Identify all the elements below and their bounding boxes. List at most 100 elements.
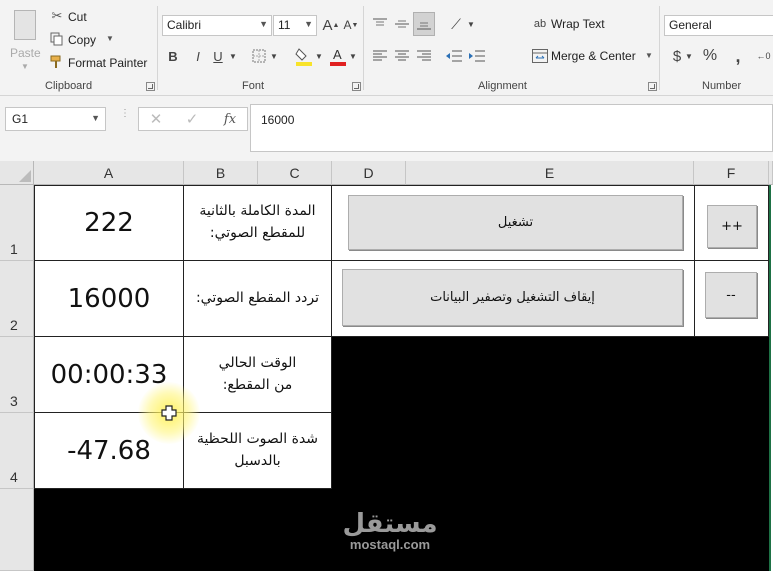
increase-decimal-icon[interactable]: ←0 — [754, 46, 773, 66]
cell-a1[interactable]: 222 — [34, 185, 184, 261]
fill-color-icon[interactable] — [294, 45, 314, 67]
column-header-e[interactable]: E — [406, 161, 694, 185]
chevron-down-icon[interactable]: ▼ — [228, 50, 238, 62]
chevron-down-icon[interactable]: ▼ — [684, 50, 694, 62]
chevron-down-icon[interactable]: ▼ — [348, 50, 358, 62]
decrease-button[interactable]: -- — [705, 272, 757, 318]
bold-button[interactable]: B — [165, 47, 181, 65]
chevron-down-icon: ▼ — [259, 19, 268, 29]
cell-a2-value: 16000 — [67, 283, 151, 314]
number-format-value: General — [669, 18, 712, 32]
svg-text:A: A — [333, 47, 342, 62]
column-g-edge — [769, 185, 773, 571]
copy-icon — [50, 32, 64, 46]
row-header-2[interactable]: 2 — [0, 261, 34, 337]
row-header-5[interactable] — [0, 489, 34, 571]
comma-style-icon[interactable]: , — [730, 46, 746, 66]
paste-label: Paste — [10, 46, 41, 60]
black-fill-area — [332, 337, 773, 489]
middle-align-icon[interactable] — [392, 14, 412, 34]
currency-button[interactable]: $ — [670, 46, 684, 66]
merge-icon — [532, 48, 548, 64]
italic-button[interactable]: I — [190, 47, 206, 65]
wrap-text-label: Wrap Text — [551, 17, 605, 31]
row-header-4[interactable]: 4 — [0, 413, 34, 489]
number-group-label: Number — [702, 80, 742, 92]
cell-b4[interactable]: شدة الصوت اللحظية بالدسبل — [184, 413, 332, 489]
cell-b2-label: تردد المقطع الصوتي: — [195, 289, 320, 306]
align-left-icon[interactable] — [370, 46, 390, 66]
insert-function-icon[interactable]: fx — [219, 110, 241, 128]
decrease-font-size-icon[interactable]: A ▼ — [342, 16, 360, 34]
column-header-g[interactable] — [769, 161, 773, 185]
cell-b1[interactable]: المدة الكاملة بالثانية للمقطع الصوتي: — [184, 185, 332, 261]
font-color-icon[interactable]: A — [328, 45, 348, 67]
cell-a2[interactable]: 16000 — [34, 261, 184, 337]
alignment-launcher-icon[interactable] — [648, 82, 657, 91]
number-format-dropdown[interactable]: General — [664, 15, 773, 36]
cancel-icon[interactable]: ✕ — [147, 110, 165, 128]
percent-button[interactable]: % — [700, 46, 720, 66]
chevron-down-icon: ▼ — [21, 62, 29, 71]
scissors-icon: ✂ — [51, 8, 63, 23]
font-launcher-icon[interactable] — [352, 82, 361, 91]
align-center-icon[interactable] — [392, 46, 412, 66]
chevron-down-icon[interactable]: ▼ — [314, 50, 324, 62]
column-header-d[interactable]: D — [332, 161, 406, 185]
format-painter-button[interactable]: Format Painter — [48, 54, 154, 72]
cell-b1-label: المدة الكاملة بالثانية للمقطع الصوتي: — [199, 203, 316, 241]
ribbon: Paste ▼ ✂ Cut Copy ▼ Format Painter Clip… — [0, 0, 773, 96]
cell-b3[interactable]: الوقت الحالي من المقطع: — [184, 337, 332, 413]
bottom-align-icon[interactable] — [413, 12, 435, 36]
decrease-indent-icon[interactable] — [444, 46, 464, 66]
alignment-group-label: Alignment — [478, 80, 527, 92]
increase-button[interactable]: ++ — [707, 205, 757, 248]
paste-button[interactable]: Paste ▼ — [6, 6, 44, 72]
chevron-down-icon: ▼ — [91, 113, 100, 123]
column-header-b[interactable]: B — [184, 161, 258, 185]
column-header-f[interactable]: F — [694, 161, 769, 185]
font-name-dropdown[interactable]: Calibri ▼ — [162, 15, 272, 36]
name-box[interactable]: G1 ▼ — [5, 107, 106, 131]
cell-cursor-icon — [161, 405, 177, 421]
wrap-text-icon: ab — [533, 18, 547, 30]
row-header-3[interactable]: 3 — [0, 337, 34, 413]
increase-font-size-icon[interactable]: A ▲ — [322, 16, 340, 34]
paste-icon — [14, 10, 36, 40]
chevron-down-icon[interactable]: ▼ — [269, 50, 279, 62]
cell-a1-value: 222 — [84, 208, 134, 238]
column-header-a[interactable]: A — [34, 161, 184, 185]
chevron-down-icon: ▼ — [645, 51, 653, 60]
merge-center-label: Merge & Center — [551, 49, 636, 63]
borders-icon[interactable] — [250, 47, 268, 65]
wrap-text-button[interactable]: ab Wrap Text — [530, 14, 630, 34]
paintbrush-icon — [50, 55, 64, 69]
column-header-c[interactable]: C — [258, 161, 332, 185]
chevron-down-icon[interactable]: ▼ — [466, 18, 476, 30]
cell-b2[interactable]: تردد المقطع الصوتي: — [184, 261, 332, 337]
clipboard-group-label: Clipboard — [45, 80, 93, 92]
clipboard-launcher-icon[interactable] — [146, 82, 155, 91]
formula-value: 16000 — [261, 113, 295, 127]
copy-button[interactable]: Copy ▼ — [48, 31, 138, 49]
font-size-dropdown[interactable]: 11 ▼ — [273, 15, 317, 36]
cut-button[interactable]: ✂ Cut — [48, 8, 138, 26]
formula-input[interactable]: 16000 — [250, 104, 773, 152]
enter-icon[interactable]: ✓ — [183, 110, 201, 128]
merge-center-button[interactable]: Merge & Center ▼ — [530, 46, 655, 66]
watermark-latin: mostaql.com — [349, 537, 431, 552]
row-header-1[interactable]: 1 — [0, 185, 34, 261]
formula-bar-grip-icon[interactable]: ⋮ — [120, 109, 130, 127]
cell-b4-label: شدة الصوت اللحظية بالدسبل — [196, 430, 319, 469]
stop-reset-button[interactable]: إيقاف التشغيل وتصفير البيانات — [342, 269, 683, 326]
select-all-corner[interactable] — [0, 161, 34, 185]
align-right-icon[interactable] — [414, 46, 434, 66]
mostaql-watermark: مستقل mostaql.com — [335, 510, 445, 552]
increase-indent-icon[interactable] — [467, 46, 487, 66]
top-align-icon[interactable] — [370, 14, 390, 34]
play-button[interactable]: تشغيل — [348, 195, 683, 250]
orientation-icon[interactable]: ⟋ — [446, 14, 466, 34]
underline-button[interactable]: U — [210, 47, 226, 65]
cell-b3-label: الوقت الحالي من المقطع: — [218, 354, 297, 393]
group-divider — [363, 6, 364, 90]
